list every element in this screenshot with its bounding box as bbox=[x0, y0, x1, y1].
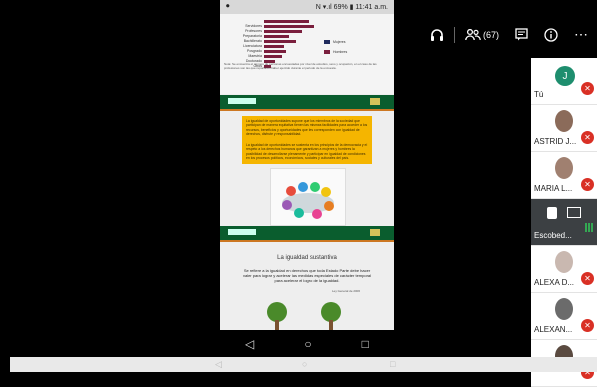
mic-off-icon: ✕ bbox=[581, 319, 594, 332]
chart-note: Nota: Se encuentra el número de personas… bbox=[224, 62, 377, 70]
shared-screen: ⏺ N ▾.ıl 69% ▮ 11:41 a.m. Servidores Prof… bbox=[220, 0, 394, 357]
meet-toolbar: (67) ⋯ bbox=[430, 26, 588, 43]
citation: Ley General de 2006 bbox=[332, 289, 361, 293]
bottom-back-icon[interactable]: ◁ bbox=[215, 359, 222, 370]
presenting-icon bbox=[567, 207, 581, 218]
participant-name: ASTRID J... bbox=[534, 137, 577, 146]
phone-nav-bar: ◁ ○ □ bbox=[220, 330, 394, 357]
legend-swatch-1 bbox=[324, 40, 330, 44]
avatar bbox=[555, 110, 573, 132]
status-left: ⏺ bbox=[226, 3, 230, 10]
participant-name: Tú bbox=[534, 90, 544, 99]
participant-name: ALEXA D... bbox=[534, 278, 575, 287]
legend-label-1: Mujeres bbox=[333, 40, 346, 44]
bottom-home-icon[interactable]: ○ bbox=[302, 359, 307, 369]
mic-off-icon: ✕ bbox=[581, 82, 594, 95]
participant-tile[interactable]: ASTRID J... ✕ bbox=[531, 105, 597, 152]
tree-image-left bbox=[267, 302, 287, 332]
participants-count: (67) bbox=[482, 29, 499, 40]
speaking-indicator-icon bbox=[585, 223, 593, 232]
home-icon[interactable]: ○ bbox=[304, 337, 311, 351]
legend-label-2: Hombres bbox=[333, 50, 348, 54]
participant-tile[interactable]: ALEXA D... ✕ bbox=[531, 246, 597, 293]
bar-chart: Servidores Profesores Preparatoria Bachille… bbox=[220, 14, 394, 94]
participant-name: MARIA L... bbox=[534, 184, 573, 193]
slide-header-band bbox=[220, 95, 394, 111]
participant-rail: J Tú ✕ ASTRID J... ✕ MARIA L... ✕ Escobed... ALE… bbox=[531, 58, 597, 387]
mic-off-icon: ✕ bbox=[581, 178, 594, 191]
participant-name: Escobed... bbox=[534, 231, 572, 240]
pin-icon bbox=[547, 207, 557, 219]
toolbar-divider bbox=[453, 26, 455, 43]
info-icon[interactable] bbox=[544, 27, 558, 42]
avatar: J bbox=[555, 66, 575, 86]
bottom-system-bar: ◁ ○ □ bbox=[10, 357, 597, 372]
recents-icon[interactable]: □ bbox=[362, 337, 369, 351]
people-circle-image bbox=[270, 168, 346, 226]
chat-icon[interactable] bbox=[515, 28, 528, 41]
status-right: N ▾.ıl 69% ▮ 11:41 a.m. bbox=[315, 4, 388, 11]
participant-tile[interactable]: Escobed... bbox=[531, 199, 597, 246]
avatar bbox=[555, 157, 573, 179]
slide-header-band-2 bbox=[220, 226, 394, 242]
participants-button[interactable]: (67) bbox=[465, 28, 499, 41]
mic-off-icon: ✕ bbox=[581, 131, 594, 144]
section-title: La igualdad sustantiva bbox=[277, 255, 337, 261]
header-seal-2 bbox=[370, 229, 380, 236]
people-icon bbox=[465, 28, 481, 40]
section-paragraph: Se refiere a la igualdad en derechos que… bbox=[242, 268, 372, 283]
legend-swatch-2 bbox=[324, 50, 330, 54]
chart-legend: Mujeres Hombres bbox=[324, 40, 347, 60]
header-logo bbox=[228, 98, 256, 104]
headset-icon[interactable] bbox=[430, 28, 444, 42]
bottom-recents-icon[interactable]: □ bbox=[390, 359, 395, 369]
more-options-icon[interactable]: ⋯ bbox=[574, 26, 588, 43]
participant-tile[interactable]: ALEXAN... ✕ bbox=[531, 293, 597, 340]
tree-image-right bbox=[321, 302, 341, 332]
participant-name: ALEXAN... bbox=[534, 325, 573, 334]
avatar bbox=[555, 298, 573, 320]
avatar bbox=[555, 251, 573, 273]
header-logo-2 bbox=[228, 229, 256, 235]
yellow-box-1: La igualdad de oportunidades supone que … bbox=[242, 116, 372, 140]
header-seal bbox=[370, 98, 380, 105]
participant-tile[interactable]: J Tú ✕ bbox=[531, 58, 597, 105]
mic-off-icon: ✕ bbox=[581, 272, 594, 285]
participant-tile[interactable]: MARIA L... ✕ bbox=[531, 152, 597, 199]
phone-status-bar: ⏺ N ▾.ıl 69% ▮ 11:41 a.m. bbox=[220, 0, 394, 14]
back-icon[interactable]: ◁ bbox=[245, 337, 254, 351]
yellow-box-2: La igualdad de oportunidades se sustenta… bbox=[242, 140, 372, 164]
